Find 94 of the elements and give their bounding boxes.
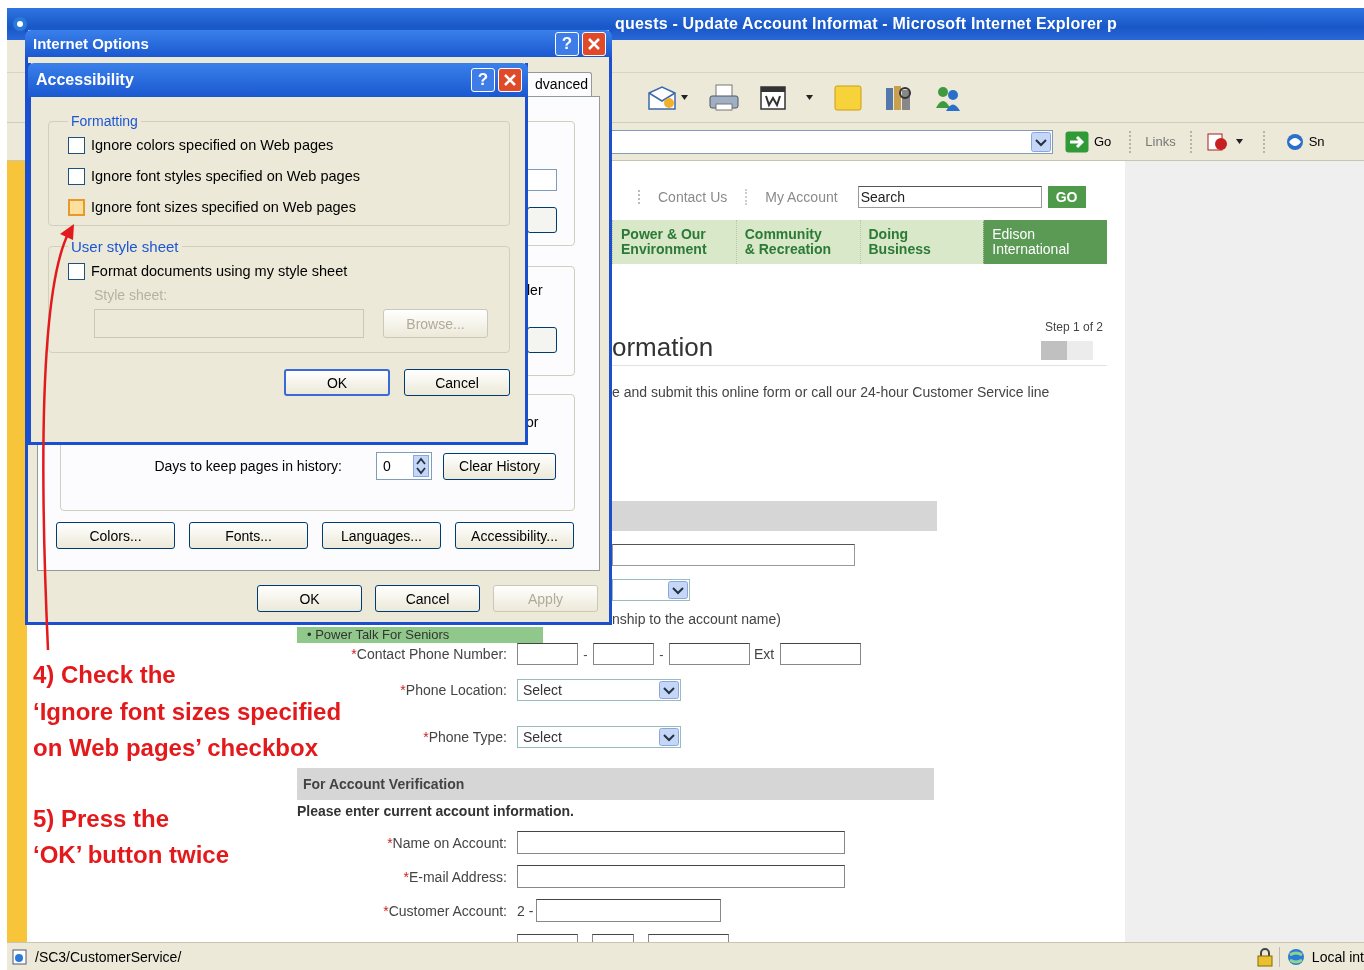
ext-label: Ext (754, 646, 776, 662)
dialog-button[interactable]: OK (257, 585, 362, 612)
search-field[interactable]: Search (857, 186, 1042, 208)
mail-icon[interactable] (647, 84, 677, 111)
links-label[interactable]: Links (1145, 134, 1176, 149)
dialog-tab[interactable]: dvanced (525, 72, 592, 96)
page-heading: ormation (612, 332, 714, 362)
promo-link[interactable]: • Power Talk For Seniors (297, 627, 543, 643)
caret-icon[interactable] (681, 95, 688, 100)
phone-field[interactable] (517, 643, 578, 665)
checkbox[interactable] (68, 198, 85, 216)
instruction-text: ‘Ignore font sizes specified (33, 697, 342, 726)
swirl-icon[interactable] (1284, 131, 1305, 152)
close-icon (587, 36, 601, 51)
status-text: /SC3/CustomerService/ (35, 948, 182, 965)
checkbox-label[interactable]: Ignore font sizes specified on Web pages (91, 199, 356, 215)
input-field[interactable] (536, 899, 722, 922)
instruction-text: 5) Press the (33, 804, 170, 833)
input-field[interactable] (517, 831, 845, 854)
nav-link[interactable]: My Account (765, 189, 856, 205)
zone-text: Local int (1311, 948, 1364, 965)
page-icon (11, 947, 29, 966)
dialog-title: Accessibility (36, 71, 135, 89)
checkbox[interactable] (68, 262, 85, 280)
group-legend: Formatting (68, 113, 141, 129)
button[interactable] (527, 207, 557, 233)
dialog-button[interactable]: Fonts... (189, 522, 308, 549)
document-icon[interactable] (760, 85, 786, 110)
dialog-button[interactable]: Cancel (375, 585, 480, 612)
intro-text: e and submit this online form or call our 24-hour Customer Service line (612, 384, 1051, 400)
nav-link[interactable]: Contact Us (658, 189, 748, 205)
dialog-button[interactable]: Cancel (404, 369, 510, 396)
dropdown-icon[interactable] (659, 681, 679, 699)
checkbox-label[interactable]: Ignore font styles specified on Web pages (91, 168, 360, 184)
section-title: For Account Verification (297, 768, 934, 800)
instruction-text: ‘OK’ button twice (33, 841, 229, 870)
help-button[interactable]: ? (471, 68, 495, 92)
checkbox-label[interactable]: Ignore colors specified on Web pages (91, 137, 334, 153)
browser-icon (11, 15, 29, 33)
select-field[interactable]: Select (517, 726, 681, 748)
dialog-button[interactable]: OK (284, 369, 390, 396)
go-button[interactable]: Go (1061, 130, 1116, 153)
field-label: *E-mail Address: (402, 868, 508, 885)
instruction-text: on Web pages’ checkbox (33, 734, 318, 763)
phone-field[interactable] (593, 643, 654, 665)
select-field[interactable] (612, 579, 690, 601)
dropdown-icon[interactable] (668, 581, 688, 599)
lock-icon (1256, 946, 1273, 967)
history-label: Days to keep pages in history: (154, 458, 342, 474)
account-prefix: 2 - (517, 902, 534, 919)
checkbox-label[interactable]: Format documents using my style sheet (91, 263, 348, 279)
step-label: Step 1 of 2 (1044, 320, 1103, 334)
caret-icon[interactable] (806, 95, 813, 100)
dialog-button[interactable]: Colors... (56, 522, 175, 549)
group-legend: User style sheet (68, 238, 182, 255)
caret-icon[interactable] (1235, 139, 1243, 144)
input-field[interactable] (527, 169, 557, 191)
button[interactable] (527, 327, 557, 353)
ext-field[interactable] (780, 643, 861, 665)
input-field[interactable] (612, 544, 855, 566)
nav-tab[interactable]: Community & Recreation (735, 220, 860, 264)
separator-text: - (658, 646, 665, 662)
document-icon[interactable] (1205, 131, 1228, 152)
section-note: Please enter current account information. (297, 803, 575, 820)
field-label: *Phone Location: (399, 682, 508, 698)
checkbox[interactable] (68, 167, 85, 185)
books-icon[interactable] (883, 83, 913, 112)
separator-text: - (582, 646, 589, 662)
window-title: quests - Update Account Informat - Microsoft Internet Explorer p (615, 15, 1118, 33)
dialog-button[interactable]: Languages... (322, 522, 441, 549)
instruction-text: 4) Check the (33, 661, 176, 690)
toolbar-label[interactable]: Sn (1308, 134, 1325, 149)
close-button[interactable] (498, 68, 522, 92)
days-spinner[interactable]: 0 (376, 452, 432, 480)
help-button[interactable]: ? (555, 31, 579, 56)
dialog-title: Internet Options (33, 35, 150, 52)
field-label: *Name on Account: (386, 834, 508, 851)
hint-text: nship to the account name) (612, 611, 782, 627)
close-button[interactable] (582, 31, 606, 56)
dialog-button[interactable]: Accessibility... (455, 522, 574, 549)
input-field[interactable] (517, 865, 845, 888)
field-label: *Phone Type: (422, 729, 508, 745)
phone-field[interactable] (669, 643, 750, 665)
field-label: *Contact Phone Number: (350, 646, 508, 662)
field-label: *Customer Account: (382, 902, 508, 919)
dropdown-icon[interactable] (1031, 131, 1051, 152)
label-text: ler (527, 281, 544, 299)
close-icon (503, 73, 517, 87)
clear-history-button[interactable]: Clear History (443, 452, 556, 480)
spinner-arrows-icon[interactable] (413, 455, 429, 477)
select-field[interactable]: Select (517, 679, 681, 701)
dropdown-icon[interactable] (659, 728, 679, 746)
checkbox[interactable] (68, 136, 85, 154)
printer-icon[interactable] (708, 83, 740, 112)
